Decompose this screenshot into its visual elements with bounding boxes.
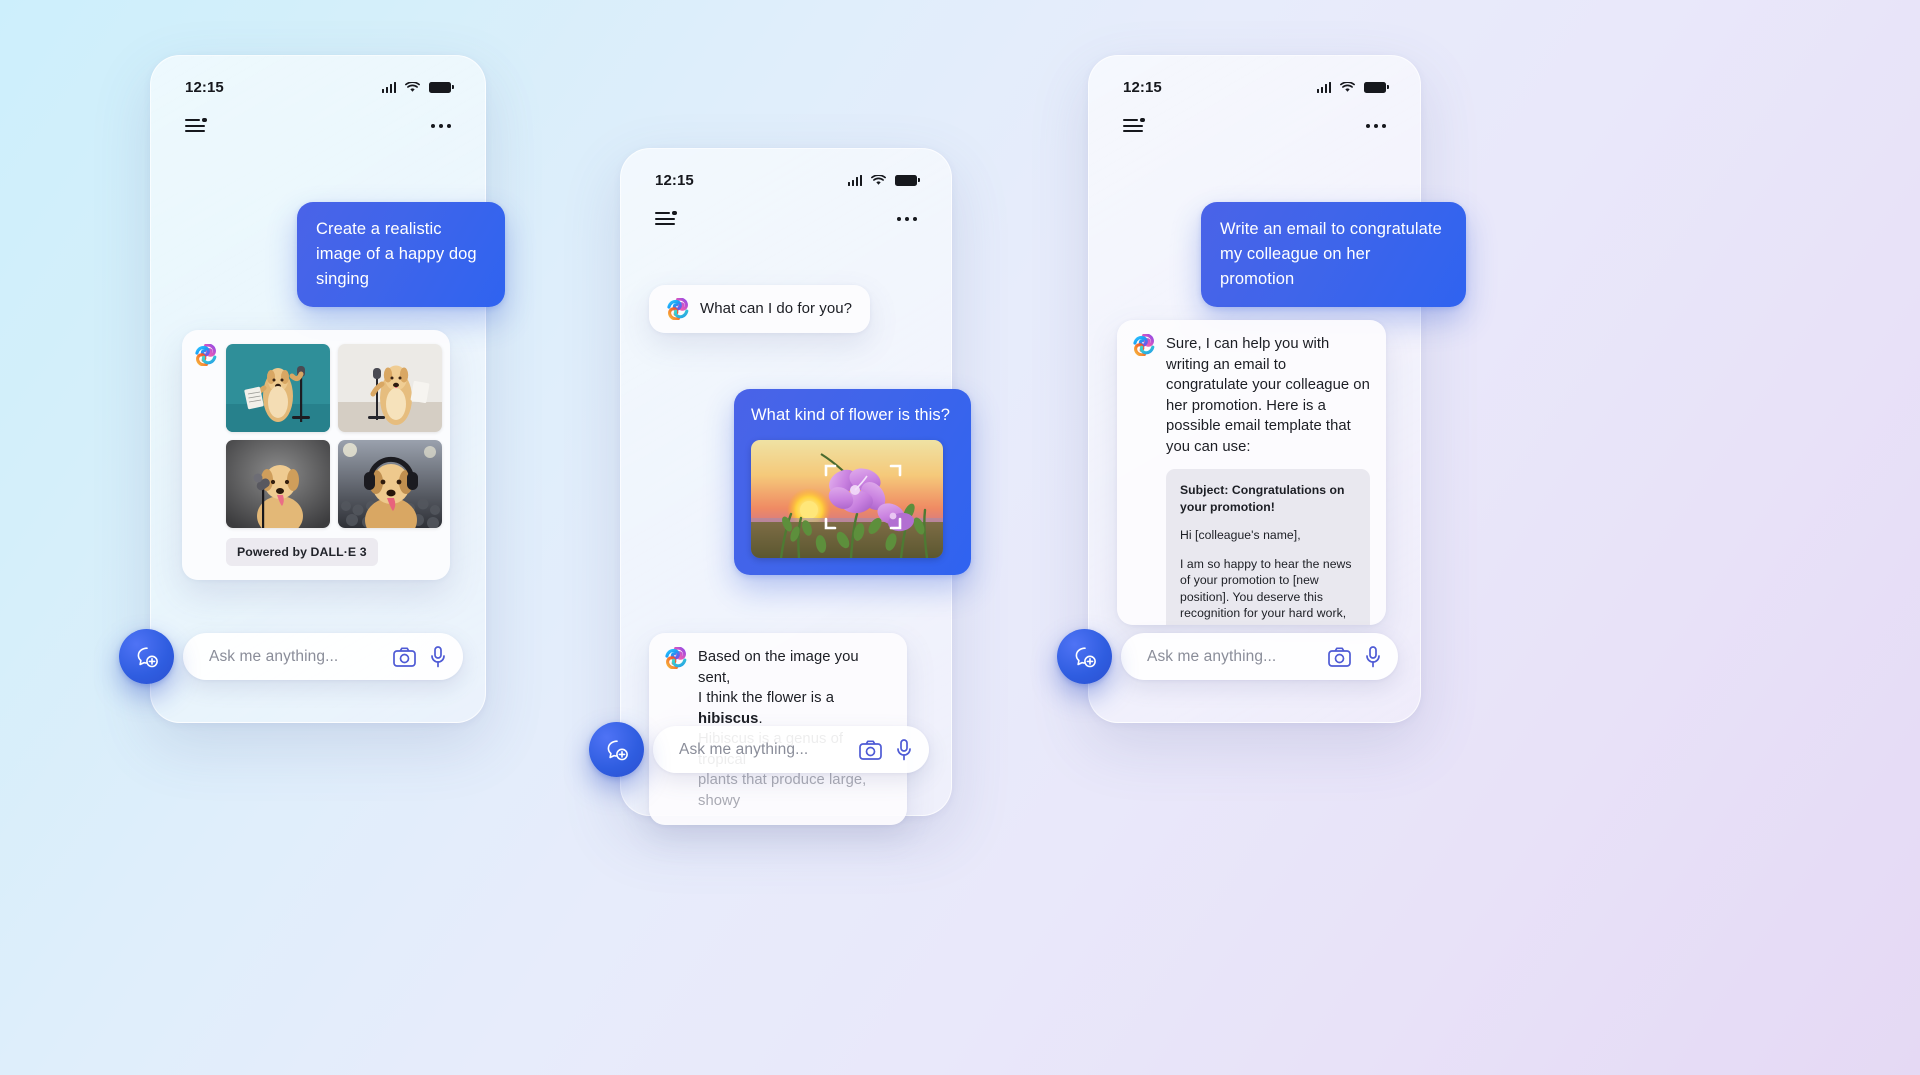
status-icons	[381, 81, 454, 93]
menu-lines-icon[interactable]	[185, 117, 207, 134]
user-message-bubble: What kind of flower is this?	[734, 389, 971, 575]
reply-line-2-bold: hibiscus	[698, 710, 759, 727]
composer-bar: Ask me anything...	[589, 722, 951, 777]
assistant-greeting-text: What can I do for you?	[700, 300, 853, 317]
top-nav	[1089, 114, 1420, 138]
assistant-reply-bubble: Sure, I can help you with writing an ema…	[1117, 320, 1386, 625]
camera-icon[interactable]	[393, 646, 416, 667]
signal-bars-icon	[381, 81, 396, 93]
reply-line-2-suffix: .	[758, 710, 763, 727]
menu-dot-icon	[202, 117, 207, 123]
reply-line-1: Based on the image you sent,	[698, 649, 859, 686]
wifi-icon	[405, 81, 420, 92]
menu-dot-icon	[672, 210, 677, 216]
user-message-bubble: Write an email to congratulate my collea…	[1201, 202, 1466, 307]
battery-icon	[429, 81, 454, 93]
microphone-icon[interactable]	[1365, 645, 1381, 668]
new-chat-button[interactable]	[1057, 629, 1112, 684]
status-icons	[847, 174, 920, 186]
email-greeting: Hi [colleague's name],	[1180, 528, 1301, 542]
status-time: 12:15	[1123, 78, 1162, 96]
microphone-icon[interactable]	[896, 738, 912, 761]
battery-icon	[895, 174, 920, 186]
email-body-text: I am so happy to hear the news of your p…	[1180, 556, 1352, 626]
copilot-logo-icon	[665, 647, 687, 669]
phone-flower-identification: 12:15 What can I do for you? What kind o…	[589, 148, 971, 825]
user-message-text: What kind of flower is this?	[751, 406, 951, 424]
assistant-greeting-bubble: What can I do for you?	[649, 285, 871, 333]
email-body: I am so happy to hear the news of your p…	[1180, 556, 1356, 626]
email-template-card: Subject: Congratulations on your promoti…	[1166, 469, 1370, 625]
message-input[interactable]: Ask me anything...	[1121, 633, 1398, 680]
assistant-reply-content: Sure, I can help you with writing an ema…	[1166, 334, 1370, 625]
chat-area: Create a realistic image of a happy dog …	[151, 148, 505, 630]
signal-bars-icon	[1316, 81, 1331, 93]
generated-image-dog-singing-white-background[interactable]	[338, 344, 442, 432]
top-nav	[151, 114, 485, 138]
menu-lines-icon[interactable]	[655, 210, 677, 227]
camera-icon[interactable]	[1328, 646, 1351, 667]
new-chat-button[interactable]	[119, 629, 174, 684]
status-time: 12:15	[655, 171, 694, 189]
new-chat-button[interactable]	[589, 722, 644, 777]
composer-bar: Ask me anything...	[1057, 629, 1420, 684]
generated-image-dog-with-microphone-gray-background[interactable]	[226, 440, 330, 528]
message-input[interactable]: Ask me anything...	[183, 633, 463, 680]
message-input-placeholder: Ask me anything...	[209, 647, 339, 665]
user-message-bubble: Create a realistic image of a happy dog …	[297, 202, 505, 307]
reply-line-4-faded: plants that produce large, showy	[698, 772, 867, 809]
more-options-icon[interactable]	[897, 216, 917, 222]
message-input-placeholder: Ask me anything...	[1147, 647, 1277, 665]
microphone-icon[interactable]	[430, 645, 446, 668]
generated-image-grid	[226, 344, 442, 528]
message-input-placeholder: Ask me anything...	[679, 740, 809, 758]
battery-icon	[1364, 81, 1389, 93]
message-input[interactable]: Ask me anything...	[653, 726, 929, 773]
status-icons	[1316, 81, 1389, 93]
copilot-logo-icon	[667, 298, 689, 320]
top-nav	[621, 207, 951, 231]
chat-area: Write an email to congratulate my collea…	[1089, 148, 1466, 630]
chat-area: What can I do for you? What kind of flow…	[621, 241, 971, 825]
menu-dot-icon	[1140, 117, 1145, 123]
status-bar: 12:15	[621, 170, 951, 190]
status-bar: 12:15	[151, 77, 485, 97]
composer-bar: Ask me anything...	[119, 629, 485, 684]
email-subject: Subject: Congratulations on your promoti…	[1180, 483, 1345, 514]
phone-image-generation: 12:15 Create a realistic image of a happ…	[119, 55, 505, 723]
wifi-icon	[1340, 81, 1355, 92]
user-attached-photo[interactable]	[751, 440, 943, 558]
phone-email-writing: 12:15 Write an email to congratulate my …	[1057, 55, 1466, 723]
generated-image-dog-singing-teal-background[interactable]	[226, 344, 330, 432]
reply-line-2-prefix: I think the flower is a	[698, 690, 835, 706]
reply-line-2: I think the flower is a hibiscus.	[698, 688, 891, 729]
more-options-icon[interactable]	[431, 123, 451, 129]
generated-image-dog-with-headphones-crowd[interactable]	[338, 440, 442, 528]
copilot-logo-icon	[1133, 334, 1155, 356]
dalle-badge: Powered by DALL·E 3	[226, 538, 378, 566]
camera-icon[interactable]	[859, 739, 882, 760]
status-bar: 12:15	[1089, 77, 1420, 97]
signal-bars-icon	[847, 174, 862, 186]
new-chat-icon	[1075, 646, 1096, 667]
assistant-intro-text: Sure, I can help you with writing an ema…	[1166, 336, 1370, 455]
new-chat-icon	[607, 739, 628, 760]
menu-lines-icon[interactable]	[1123, 117, 1145, 134]
more-options-icon[interactable]	[1366, 123, 1386, 129]
new-chat-icon	[137, 646, 158, 667]
wifi-icon	[871, 174, 886, 185]
status-time: 12:15	[185, 78, 224, 96]
copilot-logo-icon	[195, 344, 217, 366]
image-generation-card: Powered by DALL·E 3	[182, 330, 450, 580]
